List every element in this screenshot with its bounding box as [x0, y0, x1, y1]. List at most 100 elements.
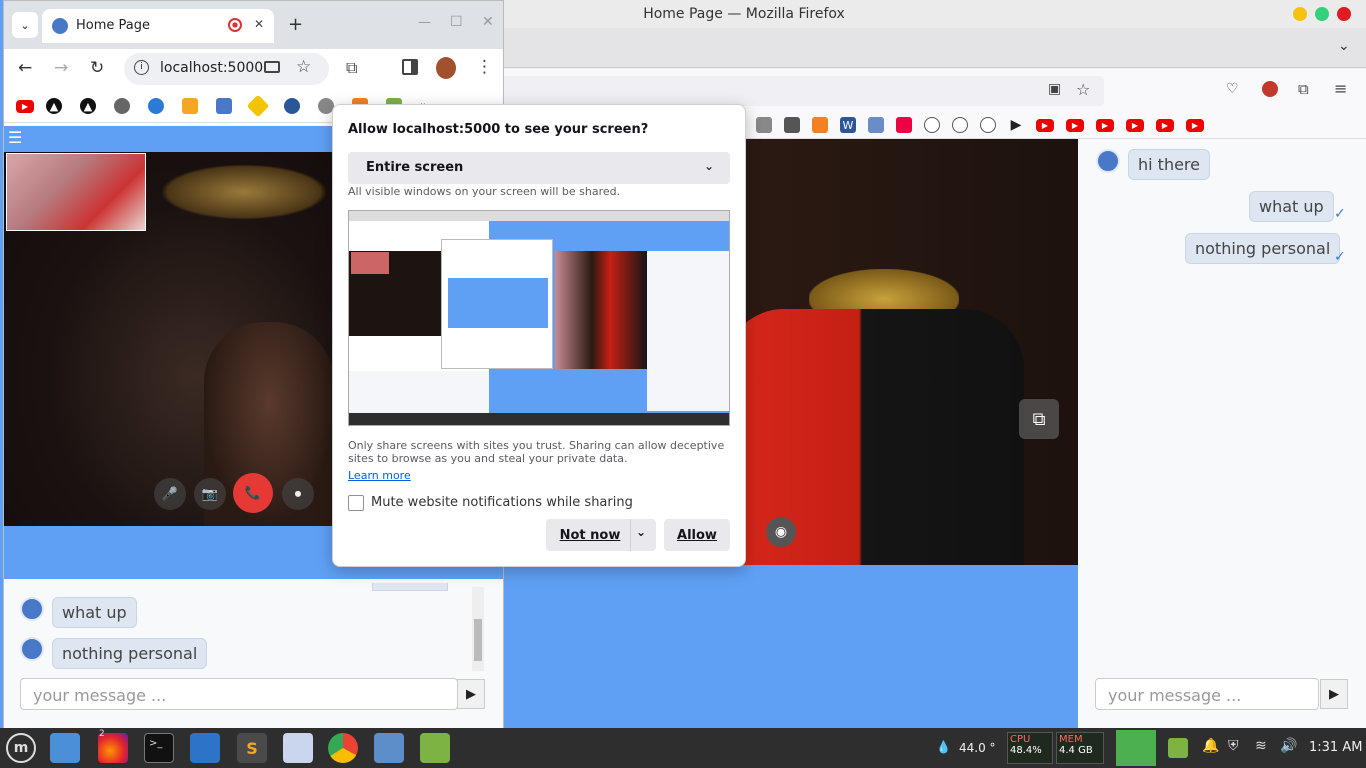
bookmark-icon[interactable] [812, 117, 828, 133]
bookmark-star-icon[interactable]: ☆ [296, 57, 311, 77]
bookmark-icon[interactable] [182, 98, 198, 114]
hangup-button[interactable]: 📞 [233, 473, 273, 513]
allow-button[interactable]: Allow [664, 519, 730, 551]
mint-menu-icon[interactable]: m [6, 733, 36, 763]
android-tray-icon[interactable] [1168, 738, 1188, 758]
forward-icon[interactable]: → [54, 58, 68, 78]
message-input[interactable]: your message ... [1095, 678, 1319, 710]
learn-more-link[interactable]: Learn more [348, 469, 411, 482]
globe-icon[interactable] [924, 117, 940, 133]
record-icon[interactable]: ◉ [766, 517, 796, 547]
message-input[interactable]: your message ... [20, 678, 458, 710]
files-icon[interactable] [50, 733, 80, 763]
send-button[interactable]: ▶ [1320, 679, 1348, 709]
globe-icon[interactable] [980, 117, 996, 133]
chat-scrollbar[interactable] [472, 587, 484, 671]
bookmark-icon[interactable] [756, 117, 772, 133]
chevron-down-icon[interactable]: ⌄ [636, 525, 646, 539]
tab-list-chevron-icon[interactable]: ⌄ [1338, 38, 1350, 54]
globe-icon[interactable] [952, 117, 968, 133]
bookmark-icon[interactable]: ▲ [46, 98, 62, 114]
firefox-url-bar[interactable]: ▣ ☆ [500, 76, 1104, 106]
camera-in-use-icon[interactable] [264, 61, 280, 73]
reader-view-icon[interactable]: ▣ [1048, 81, 1061, 97]
pocket-icon[interactable]: ♡ [1226, 81, 1239, 97]
bookmark-icon[interactable] [246, 94, 270, 118]
maximize-button[interactable]: ☐ [450, 14, 463, 30]
close-button[interactable]: ✕ [482, 14, 494, 30]
bookmark-icon[interactable]: ▲ [80, 98, 96, 114]
notification-icon[interactable]: 🔔 [1202, 738, 1219, 754]
tab-close-icon[interactable]: ✕ [254, 17, 264, 31]
clock[interactable]: 1:31 AM [1309, 740, 1362, 755]
back-icon[interactable]: ← [18, 58, 32, 78]
camera-button[interactable]: 📷 [194, 478, 226, 510]
tab-home-page[interactable]: Home Page ✕ [42, 9, 274, 43]
read-check-icon: ✓ [1334, 206, 1346, 222]
close-button[interactable] [1337, 7, 1351, 21]
bookmark-icon[interactable] [784, 117, 800, 133]
screen-share-button[interactable]: ⏺ [282, 478, 314, 510]
new-tab-button[interactable]: + [288, 14, 303, 35]
more-menu-icon[interactable]: ⋮ [476, 57, 493, 77]
extensions-icon[interactable]: ⧉ [346, 58, 357, 78]
youtube-icon[interactable]: ▶ [1156, 118, 1174, 132]
youtube-icon[interactable]: ▶ [1096, 118, 1114, 132]
omnibox[interactable]: i localhost:5000 ☆ [124, 53, 329, 85]
preview-dialog [441, 239, 553, 369]
preview-firefox-chat [647, 251, 729, 411]
bookmark-star-icon[interactable]: ☆ [1076, 80, 1090, 99]
sublime-icon[interactable]: S [237, 733, 267, 763]
bookmark-icon[interactable] [216, 98, 232, 114]
scrollbar-thumb[interactable] [474, 619, 482, 661]
reload-icon[interactable]: ↻ [90, 58, 104, 78]
menu-icon[interactable]: ≡ [1334, 79, 1347, 98]
mic-button[interactable]: 🎤 [154, 478, 186, 510]
share-source-select[interactable]: Entire screen ⌄ [348, 152, 730, 184]
chrome-icon[interactable] [328, 733, 358, 763]
minimize-button[interactable]: — [418, 15, 431, 30]
android-icon[interactable] [420, 733, 450, 763]
mute-notifications-checkbox[interactable] [348, 495, 364, 511]
maximize-button[interactable] [1315, 7, 1329, 21]
profile-avatar[interactable] [436, 57, 456, 79]
youtube-icon[interactable]: ▶ [1036, 118, 1054, 132]
chrome-chat-panel: what up nothing personal your message ..… [4, 579, 503, 729]
youtube-icon[interactable]: ▶ [16, 99, 34, 113]
not-now-button[interactable]: Not now ⌄ [546, 519, 656, 551]
avatar [20, 637, 44, 661]
finder-icon[interactable] [190, 733, 220, 763]
bookmark-icon[interactable] [896, 117, 912, 133]
screenshot-icon[interactable] [374, 733, 404, 763]
account-icon[interactable] [1262, 81, 1278, 97]
terminal-icon[interactable]: >_ [144, 733, 174, 763]
chat-message: hi there [1128, 149, 1210, 180]
extensions-icon[interactable]: ⧉ [1298, 80, 1309, 98]
chat-message-partial [372, 583, 448, 591]
text-editor-icon[interactable] [283, 733, 313, 763]
word-icon[interactable]: W [840, 117, 856, 133]
minimize-button[interactable] [1293, 7, 1307, 21]
bookmark-icon[interactable] [284, 98, 300, 114]
hamburger-menu-icon[interactable]: ☰ [8, 128, 22, 147]
tab-search-chevron-icon[interactable]: ⌄ [12, 12, 38, 38]
volume-icon[interactable]: 🔊 [1280, 738, 1297, 754]
site-info-icon[interactable]: i [134, 60, 149, 75]
send-button[interactable]: ▶ [457, 679, 485, 709]
side-panel-icon[interactable] [402, 59, 418, 75]
picture-in-picture-icon[interactable]: ⧉ [1019, 399, 1059, 439]
wifi-icon[interactable]: ≋ [1255, 738, 1267, 754]
play-icon[interactable]: ▶ [1008, 117, 1024, 133]
mute-notifications-label[interactable]: Mute website notifications while sharing [371, 495, 633, 510]
firefox-icon[interactable]: 2 [98, 729, 128, 763]
memory-meter: MEM 4.4 GB [1056, 732, 1104, 764]
avatar [20, 597, 44, 621]
workspace-indicator[interactable] [1116, 730, 1156, 766]
bookmark-icon[interactable] [868, 117, 884, 133]
globe-icon[interactable] [114, 98, 130, 114]
youtube-icon[interactable]: ▶ [1066, 118, 1084, 132]
youtube-icon[interactable]: ▶ [1126, 118, 1144, 132]
bookmark-icon[interactable] [148, 98, 164, 114]
shield-icon[interactable]: ⛨ [1228, 738, 1239, 754]
youtube-icon[interactable]: ▶ [1186, 118, 1204, 132]
